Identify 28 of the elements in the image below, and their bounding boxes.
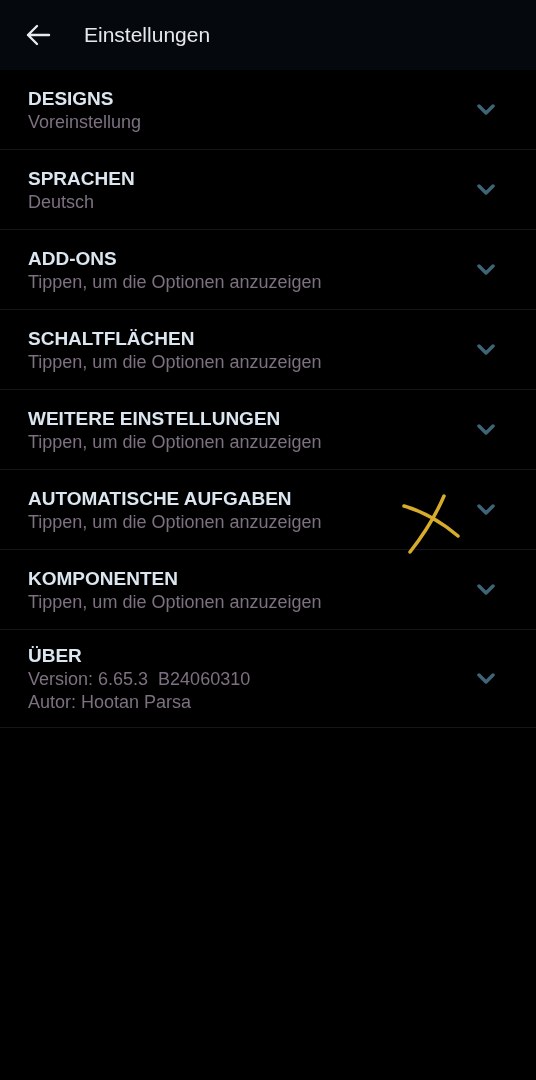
section-subtitle: Tippen, um die Optionen anzuzeigen xyxy=(28,430,323,454)
section-title: WEITERE EINSTELLUNGEN xyxy=(28,406,282,431)
section-subtitle: Version: 6.65.3 B24060310 xyxy=(28,668,252,691)
section-subtitle: Tippen, um die Optionen anzuzeigen xyxy=(28,510,323,534)
settings-section[interactable]: SPRACHEN Deutsch xyxy=(0,150,536,230)
section-title: KOMPONENTEN xyxy=(28,566,179,591)
screen-title: Einstellungen xyxy=(84,22,211,49)
settings-section[interactable]: DESIGNS Voreinstellung xyxy=(0,70,536,150)
section-title: AUTOMATISCHE AUFGABEN xyxy=(28,486,293,511)
section-subtitle: Autor: Hootan Parsa xyxy=(28,691,193,714)
settings-section[interactable]: SCHALTFLÄCHEN Tippen, um die Optionen anzuzeigen xyxy=(0,310,536,390)
section-subtitle: Tippen, um die Optionen anzuzeigen xyxy=(28,270,323,294)
settings-section[interactable]: KOMPONENTEN Tippen, um die Optionen anzuzeigen xyxy=(0,550,536,630)
section-title: DESIGNS xyxy=(28,86,115,111)
section-subtitle: Tippen, um die Optionen anzuzeigen xyxy=(28,350,323,374)
section-title: ÜBER xyxy=(28,644,83,668)
back-arrow-icon xyxy=(25,24,51,46)
settings-section[interactable]: AUTOMATISCHE AUFGABEN Tippen, um die Optionen anzuzeigen xyxy=(0,470,536,550)
section-title: ADD-ONS xyxy=(28,246,118,271)
section-subtitle: Voreinstellung xyxy=(28,110,143,134)
settings-section[interactable]: WEITERE EINSTELLUNGEN Tippen, um die Optionen anzuzeigen xyxy=(0,390,536,470)
section-subtitle: Deutsch xyxy=(28,190,96,214)
settings-section[interactable]: ADD-ONS Tippen, um die Optionen anzuzeigen xyxy=(0,230,536,310)
cross-mark-drawing xyxy=(402,494,460,554)
settings-section[interactable]: ÜBER Version: 6.65.3 B24060310 Autor: Hootan Parsa xyxy=(0,630,536,728)
section-title: SPRACHEN xyxy=(28,166,136,191)
section-title: SCHALTFLÄCHEN xyxy=(28,326,196,351)
section-subtitle: Tippen, um die Optionen anzuzeigen xyxy=(28,590,323,614)
